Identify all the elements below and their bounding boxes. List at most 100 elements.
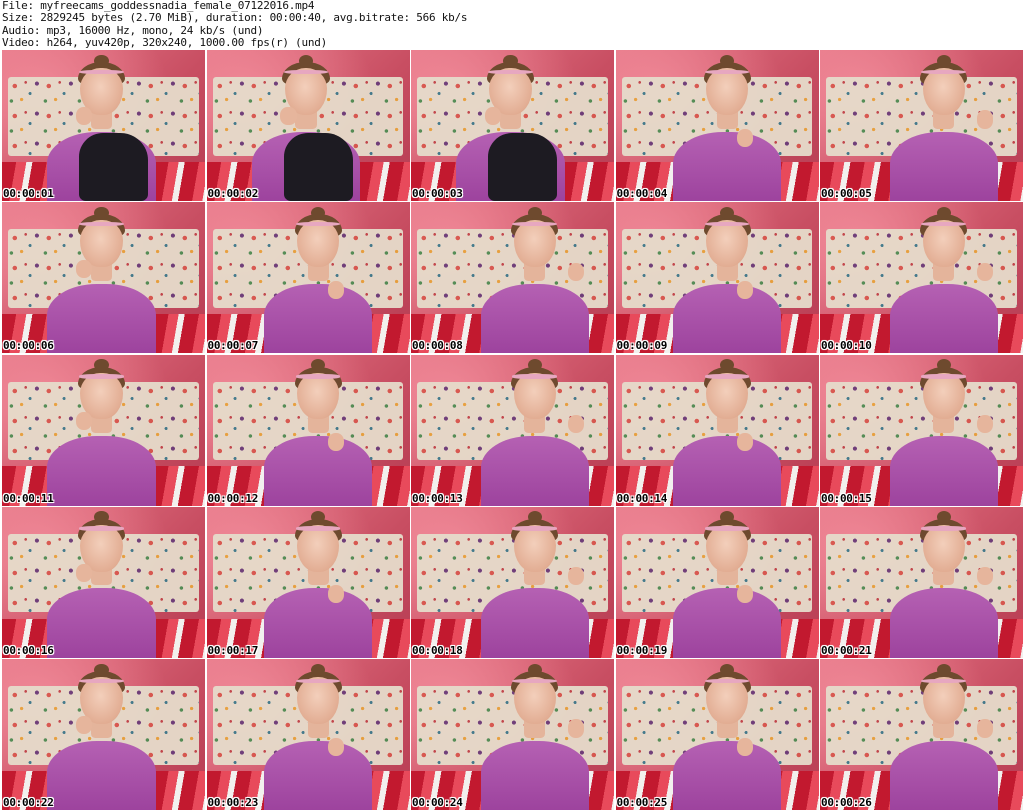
thumbnail-frame-image: [820, 659, 1023, 810]
thumbnail-frame-image: [411, 659, 614, 810]
thumbnail-frame-image: [2, 354, 205, 506]
person-figure: [43, 659, 161, 810]
person-figure: [668, 202, 786, 354]
thumbnail-frame-image: [615, 659, 819, 810]
person-figure: [668, 659, 786, 810]
video-thumbnail: 00:00:24: [411, 659, 614, 810]
thumbnail-frame-image: [206, 50, 410, 201]
video-thumbnail: 00:00:14: [615, 354, 819, 506]
file-size-line: Size: 2829245 bytes (2.70 MiB), duration…: [2, 11, 468, 25]
thumbnail-timestamp: 00:00:14: [616, 491, 668, 505]
person-figure: [668, 507, 786, 658]
person-figure: [476, 507, 594, 658]
video-thumbnail: 00:00:05: [820, 50, 1023, 201]
thumbnail-frame-image: [206, 354, 410, 506]
person-figure: [259, 507, 377, 658]
person-figure: [476, 659, 594, 810]
person-figure: [259, 659, 377, 810]
dark-pants-legs: [488, 133, 558, 201]
thumbnail-frame-image: [411, 50, 614, 201]
person-figure: [43, 507, 161, 658]
thumbnail-timestamp: 00:00:25: [616, 796, 668, 809]
dark-pants-legs: [283, 133, 353, 201]
thumbnail-frame-image: [411, 506, 614, 658]
video-thumbnail: 00:00:22: [2, 659, 205, 810]
thumbnail-frame-image: [206, 506, 410, 658]
person-figure: [885, 659, 1003, 810]
thumbnail-frame-image: [206, 202, 410, 354]
thumbnail-timestamp: 00:00:17: [207, 643, 259, 657]
thumbnail-grid: 00:00:01 00:00:02 00:00:03 00:00:04 00:00:05…: [2, 50, 1023, 810]
thumbnail-timestamp: 00:00:10: [821, 339, 872, 353]
person-figure: [885, 202, 1003, 354]
thumbnail-frame-image: [615, 354, 819, 506]
thumbnail-timestamp: 00:00:09: [616, 339, 668, 353]
thumbnail-frame-image: [2, 202, 205, 354]
video-thumbnail: 00:00:11: [2, 354, 205, 506]
person-figure: [668, 355, 786, 506]
video-thumbnail: 00:00:04: [615, 50, 819, 201]
video-info-line: Video: h264, yuv420p, 320x240, 1000.00 f…: [2, 36, 328, 50]
video-thumbnail: 00:00:02: [206, 50, 410, 201]
video-thumbnail: 00:00:06: [2, 202, 205, 354]
person-figure: [885, 507, 1003, 658]
thumbnail-timestamp: 00:00:24: [412, 796, 463, 809]
thumbnail-timestamp: 00:00:16: [3, 643, 54, 657]
person-figure: [43, 202, 161, 354]
person-figure: [259, 202, 377, 354]
person-figure: [885, 50, 1003, 201]
video-thumbnail: 00:00:19: [615, 506, 819, 658]
thumbnail-timestamp: 00:00:22: [3, 796, 54, 809]
video-thumbnail: 00:00:23: [206, 659, 410, 810]
video-thumbnail: 00:00:07: [206, 202, 410, 354]
thumbnail-frame-image: [820, 202, 1023, 354]
thumbnail-frame-image: [2, 659, 205, 810]
thumbnail-frame-image: [206, 659, 410, 810]
person-figure: [885, 355, 1003, 506]
video-thumbnail: 00:00:21: [820, 506, 1023, 658]
thumbnail-timestamp: 00:00:18: [412, 643, 463, 657]
thumbnail-timestamp: 00:00:12: [207, 491, 259, 505]
video-thumbnail: 00:00:25: [615, 659, 819, 810]
thumbnail-timestamp: 00:00:08: [412, 339, 463, 353]
thumbnail-timestamp: 00:00:02: [207, 187, 259, 200]
thumbnail-timestamp: 00:00:06: [3, 339, 54, 353]
video-thumbnail: 00:00:08: [411, 202, 614, 354]
person-figure: [476, 355, 594, 506]
thumbnail-frame-image: [615, 202, 819, 354]
thumbnail-timestamp: 00:00:01: [3, 187, 54, 200]
video-thumbnail: 00:00:16: [2, 506, 205, 658]
thumbnail-frame-image: [820, 354, 1023, 506]
thumbnail-timestamp: 00:00:07: [207, 339, 259, 353]
person-figure: [259, 355, 377, 506]
thumbnail-timestamp: 00:00:13: [412, 491, 463, 505]
thumbnail-frame-image: [411, 202, 614, 354]
thumbnail-timestamp: 00:00:05: [821, 187, 872, 200]
thumbnail-frame-image: [2, 50, 205, 201]
video-thumbnail: 00:00:13: [411, 354, 614, 506]
file-info-header: File: myfreecams_goddessnadia_female_071…: [2, 0, 1022, 50]
thumbnail-frame-image: [820, 50, 1023, 201]
thumbnail-frame-image: [615, 506, 819, 658]
thumbnail-timestamp: 00:00:04: [616, 187, 668, 200]
thumbnail-timestamp: 00:00:03: [412, 187, 463, 200]
video-thumbnail: 00:00:17: [206, 506, 410, 658]
thumbnail-frame-image: [820, 506, 1023, 658]
thumbnail-timestamp: 00:00:23: [207, 796, 259, 809]
thumbnail-timestamp: 00:00:26: [821, 796, 872, 809]
thumbnail-timestamp: 00:00:11: [3, 491, 54, 505]
thumbnail-frame-image: [2, 506, 205, 658]
video-thumbnail: 00:00:26: [820, 659, 1023, 810]
thumbnail-frame-image: [615, 50, 819, 201]
person-figure: [476, 202, 594, 354]
video-thumbnail: 00:00:10: [820, 202, 1023, 354]
video-thumbnail: 00:00:03: [411, 50, 614, 201]
thumbnail-timestamp: 00:00:21: [821, 643, 872, 657]
video-thumbnail: 00:00:12: [206, 354, 410, 506]
thumbnail-timestamp: 00:00:19: [616, 643, 668, 657]
video-thumbnail: 00:00:01: [2, 50, 205, 201]
video-thumbnail: 00:00:09: [615, 202, 819, 354]
dark-pants-legs: [79, 133, 149, 201]
thumbnail-timestamp: 00:00:15: [821, 491, 872, 505]
thumbnail-frame-image: [411, 354, 614, 506]
